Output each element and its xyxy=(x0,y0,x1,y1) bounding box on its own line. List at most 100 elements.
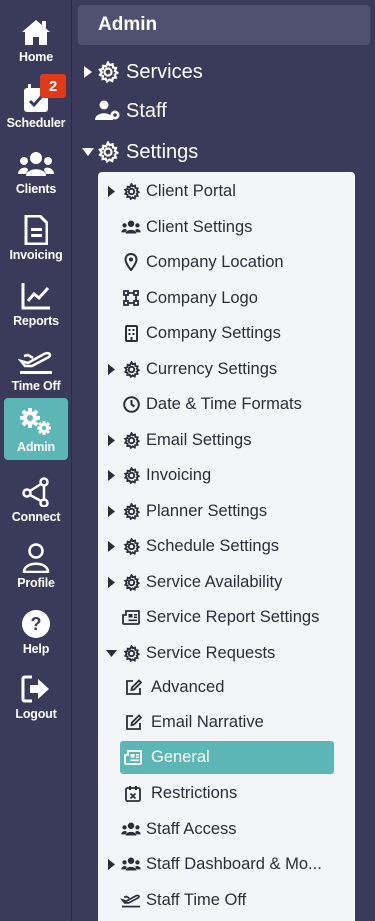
gear-icon xyxy=(94,141,122,163)
rail-scheduler[interactable]: 2 Scheduler xyxy=(4,74,68,140)
gear-icon xyxy=(118,466,144,484)
sub-item-label: General xyxy=(151,748,210,766)
rail-time-off-label: Time Off xyxy=(11,379,61,393)
settings-item-label: Staff Dashboard & Mo... xyxy=(146,854,322,873)
rail-invoicing-label: Invoicing xyxy=(9,248,63,262)
rail-invoicing[interactable]: Invoicing xyxy=(4,210,68,272)
page-title: Admin xyxy=(78,5,370,45)
settings-item-label: Company Logo xyxy=(146,288,258,307)
rail-profile-label: Profile xyxy=(17,576,55,590)
newspaper-icon xyxy=(118,609,144,625)
users-icon xyxy=(18,146,54,182)
settings-item-label: Schedule Settings xyxy=(146,536,280,555)
sub-item-email-narrative[interactable]: Email Narrative xyxy=(120,708,264,736)
sub-item-label: Advanced xyxy=(151,677,225,696)
settings-item-staff-time-off[interactable]: Staff Time Off xyxy=(98,886,246,914)
caret-right-icon xyxy=(104,576,118,588)
rail-clients[interactable]: Clients xyxy=(4,144,68,206)
settings-item-currency-settings[interactable]: Currency Settings xyxy=(98,355,277,383)
settings-item-invoicing[interactable]: Invoicing xyxy=(98,461,211,489)
settings-item-planner-settings[interactable]: Planner Settings xyxy=(98,497,267,525)
rail-admin[interactable]: Admin xyxy=(4,398,68,460)
caret-right-icon xyxy=(82,66,94,78)
chart-line-icon xyxy=(18,278,54,314)
gear-icon xyxy=(94,61,122,83)
rail-scheduler-label: Scheduler xyxy=(6,116,66,130)
rail-logout[interactable]: Logout xyxy=(4,669,68,731)
settings-item-label: Client Portal xyxy=(146,181,236,200)
nav-services[interactable]: Services xyxy=(82,57,203,87)
settings-item-client-portal[interactable]: Client Portal xyxy=(98,177,236,205)
vector-square-icon xyxy=(118,290,144,306)
rail-help[interactable]: ? Help xyxy=(4,604,68,666)
rail-profile[interactable]: Profile xyxy=(4,538,68,600)
user-icon xyxy=(18,540,54,576)
settings-item-service-report-settings[interactable]: Service Report Settings xyxy=(98,603,319,631)
settings-panel: Client Portal Client Settings Company Lo… xyxy=(98,172,355,921)
sub-item-general[interactable]: General xyxy=(120,741,334,774)
settings-item-service-requests[interactable]: Service Requests xyxy=(98,639,275,667)
scheduler-badge: 2 xyxy=(40,74,66,98)
nav-settings-label: Settings xyxy=(126,140,199,163)
settings-item-company-location[interactable]: Company Location xyxy=(98,248,284,276)
building-icon xyxy=(118,324,144,342)
newspaper-icon xyxy=(120,750,146,765)
rail-home-label: Home xyxy=(19,50,53,64)
settings-item-email-settings[interactable]: Email Settings xyxy=(98,426,251,454)
settings-item-label: Invoicing xyxy=(146,465,212,484)
rail-time-off[interactable]: Time Off xyxy=(4,341,68,403)
svg-text:?: ? xyxy=(31,614,42,634)
settings-item-schedule-settings[interactable]: Schedule Settings xyxy=(98,532,279,560)
users-icon xyxy=(118,822,144,836)
settings-item-staff-access[interactable]: Staff Access xyxy=(98,815,237,843)
sub-item-advanced[interactable]: Advanced xyxy=(120,673,224,701)
rail-home[interactable]: Home xyxy=(4,12,68,74)
users-icon xyxy=(118,220,144,234)
caret-right-icon xyxy=(104,505,118,517)
rail-admin-label: Admin xyxy=(17,440,55,454)
settings-item-label: Date & Time Formats xyxy=(146,394,302,413)
settings-item-company-logo[interactable]: Company Logo xyxy=(98,284,258,312)
caret-right-icon xyxy=(104,434,118,446)
rail-connect[interactable]: Connect xyxy=(4,472,68,534)
nav-staff[interactable]: Staff xyxy=(82,96,167,126)
invoice-icon xyxy=(18,212,54,248)
edit-icon xyxy=(120,713,146,731)
settings-item-label: Planner Settings xyxy=(146,501,268,520)
gear-icon xyxy=(118,182,144,200)
caret-down-icon xyxy=(82,148,94,156)
rail-clients-label: Clients xyxy=(15,182,57,196)
rail-reports[interactable]: Reports xyxy=(4,276,68,338)
sign-out-icon xyxy=(18,671,54,707)
gears-icon xyxy=(18,404,54,440)
settings-item-label: Service Requests xyxy=(146,643,276,662)
gear-icon xyxy=(118,644,144,662)
nav-services-label: Services xyxy=(126,60,203,83)
caret-right-icon xyxy=(104,858,118,870)
settings-item-company-settings[interactable]: Company Settings xyxy=(98,319,281,347)
settings-item-date-time-formats[interactable]: Date & Time Formats xyxy=(98,390,302,418)
settings-item-staff-dashboard[interactable]: Staff Dashboard & Mo... xyxy=(98,850,322,878)
nav-settings[interactable]: Settings xyxy=(82,137,198,167)
plane-departure-icon xyxy=(18,343,54,379)
sub-item-restrictions[interactable]: Restrictions xyxy=(120,779,237,807)
settings-item-label: Company Location xyxy=(146,252,284,271)
rail-help-label: Help xyxy=(22,642,50,656)
settings-item-label: Service Availability xyxy=(146,572,283,591)
gear-icon xyxy=(118,573,144,591)
settings-item-client-settings[interactable]: Client Settings xyxy=(98,213,252,241)
rail-connect-label: Connect xyxy=(11,510,61,524)
left-rail: Home 2 Scheduler Clients Invoicing Repor… xyxy=(0,0,72,921)
gear-icon xyxy=(118,360,144,378)
sub-item-label: Restrictions xyxy=(151,783,238,802)
home-icon xyxy=(18,14,54,50)
settings-item-label: Currency Settings xyxy=(146,359,278,378)
settings-item-label: Staff Time Off xyxy=(146,890,247,909)
gear-icon xyxy=(118,502,144,520)
settings-item-label: Company Settings xyxy=(146,323,281,342)
caret-right-icon xyxy=(104,185,118,197)
settings-item-service-availability[interactable]: Service Availability xyxy=(98,568,282,596)
share-nodes-icon xyxy=(18,474,54,510)
rail-reports-label: Reports xyxy=(13,314,59,328)
plane-departure-icon xyxy=(118,892,144,908)
